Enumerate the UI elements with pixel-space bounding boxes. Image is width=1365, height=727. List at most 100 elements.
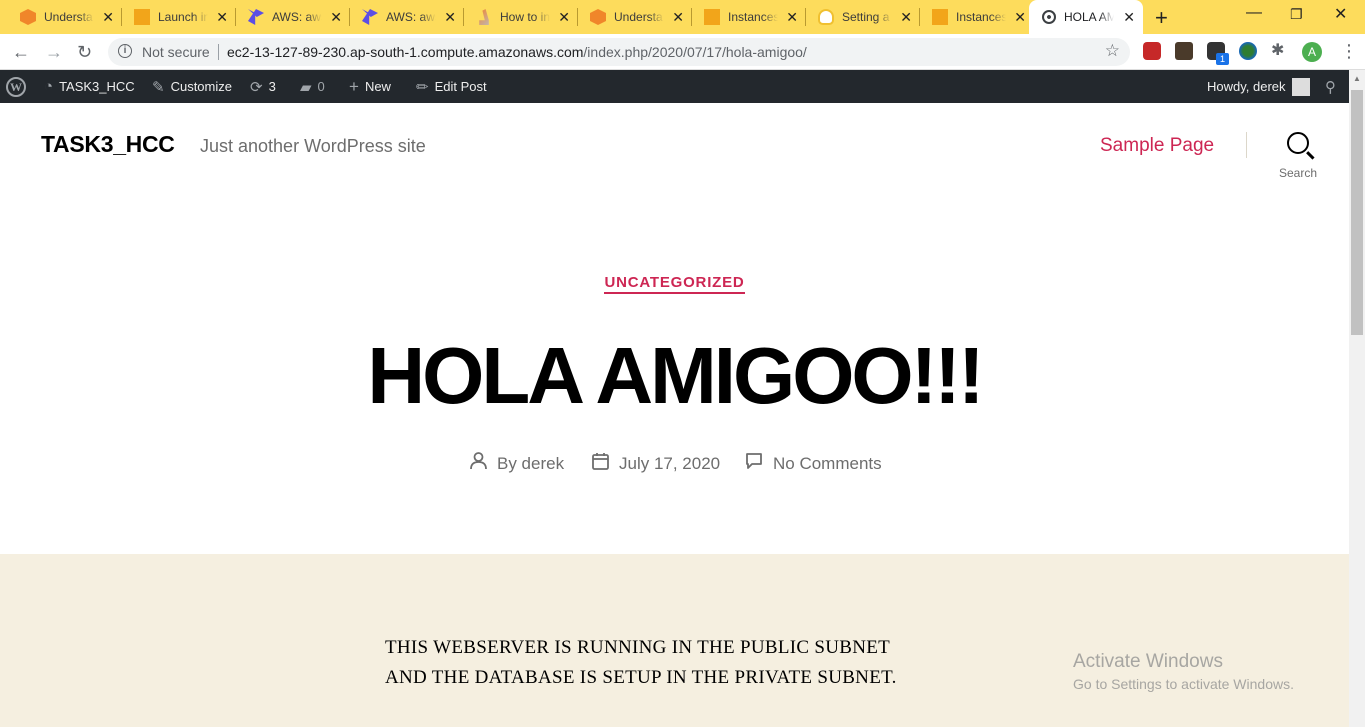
person-icon xyxy=(470,452,487,475)
customize-label: Customize xyxy=(170,79,232,94)
omnibox-divider xyxy=(218,44,219,60)
edit-post-link[interactable]: ✏ Edit Post xyxy=(416,70,487,103)
site-description: Just another WordPress site xyxy=(200,136,426,156)
browser-tab[interactable]: Instances ✕ xyxy=(684,0,806,34)
browser-tab[interactable]: Understa ✕ xyxy=(570,0,692,34)
close-icon[interactable]: ✕ xyxy=(216,9,228,26)
admin-site-name[interactable]: ◔ TASK3_HCC xyxy=(44,70,135,103)
close-icon[interactable]: ✕ xyxy=(672,9,684,26)
aws-box-icon xyxy=(590,9,606,25)
stackoverflow-icon xyxy=(479,9,489,25)
new-tab-button[interactable]: + xyxy=(1155,5,1168,31)
extension-badge: 1 xyxy=(1216,53,1229,65)
url-path: /index.php/2020/07/17/hola-amigoo/ xyxy=(583,44,807,60)
minimize-button[interactable]: — xyxy=(1246,4,1262,22)
lightbulb-icon xyxy=(818,9,834,25)
comments-count: 0 xyxy=(317,79,325,94)
window-close-button[interactable]: ✕ xyxy=(1334,4,1347,24)
updates-link[interactable]: ⟳ 3 xyxy=(250,70,276,103)
post-category: UNCATEGORIZED xyxy=(0,274,1349,294)
scroll-thumb[interactable] xyxy=(1351,90,1363,335)
browser-tab-strip: Understa ✕ Launch in ✕ AWS: aws ✕ AWS: a… xyxy=(0,0,1365,34)
close-icon[interactable]: ✕ xyxy=(102,9,114,26)
url-text[interactable]: ec2-13-127-89-230.ap-south-1.compute.ama… xyxy=(227,44,807,60)
close-icon[interactable]: ✕ xyxy=(1014,9,1026,26)
content-paragraph-line: AND THE DATABASE IS SETUP IN THE PRIVATE… xyxy=(385,667,897,688)
admin-site-name-label: TASK3_HCC xyxy=(59,79,135,94)
content-paragraph-line: THIS WEBSERVER IS RUNNING IN THE PUBLIC … xyxy=(385,637,891,658)
browser-tab[interactable]: AWS: aws ✕ xyxy=(228,0,350,34)
extensions-puzzle-icon[interactable]: ✱ xyxy=(1271,42,1289,60)
extension-globe-icon[interactable] xyxy=(1239,42,1257,60)
nav-sample-page[interactable]: Sample Page xyxy=(1100,135,1214,157)
forward-button[interactable]: → xyxy=(45,42,63,63)
browser-tab-active[interactable]: HOLA AM ✕ xyxy=(1029,0,1143,34)
comment-icon xyxy=(745,452,763,475)
extension-red-icon[interactable] xyxy=(1143,42,1161,60)
close-icon[interactable]: ✕ xyxy=(786,9,798,26)
my-account-menu[interactable]: Howdy, derek xyxy=(1207,70,1310,103)
header-divider xyxy=(1246,132,1247,158)
activate-windows-subtitle: Go to Settings to activate Windows. xyxy=(1073,676,1294,692)
tab-title: AWS: aws xyxy=(386,10,436,24)
browser-tab[interactable]: Instances ✕ xyxy=(912,0,1034,34)
search-label: Search xyxy=(1278,166,1318,180)
tab-title: HOLA AM xyxy=(1064,10,1114,24)
search-icon: ⚲ xyxy=(1325,78,1336,96)
restore-button[interactable]: ❐ xyxy=(1290,6,1303,23)
page-scrollbar[interactable]: ▲ xyxy=(1349,70,1365,727)
bookmark-star-icon[interactable]: ☆ xyxy=(1105,41,1120,61)
terraform-icon xyxy=(248,9,264,25)
new-label: New xyxy=(364,79,391,94)
extension-dark-icon[interactable] xyxy=(1175,42,1193,60)
pencil-icon: ✏ xyxy=(416,78,429,96)
close-icon[interactable]: ✕ xyxy=(444,9,456,26)
aws-ec2-icon xyxy=(932,9,948,25)
customize-link[interactable]: ✎ Customize xyxy=(152,70,232,103)
aws-ec2-icon xyxy=(134,9,150,25)
reload-button[interactable]: ↻ xyxy=(77,42,92,63)
post-author: By derek xyxy=(470,452,564,475)
dashboard-icon: ◔ xyxy=(44,78,54,95)
comment-bubble-icon: ▰ xyxy=(300,78,312,96)
site-title[interactable]: TASK3_HCC xyxy=(41,131,175,158)
browser-toolbar: ← → ↻ i Not secure ec2-13-127-89-230.ap-… xyxy=(0,34,1365,70)
tab-title: Setting a xyxy=(842,10,890,24)
tab-title: Instances xyxy=(956,10,1006,24)
browser-tab[interactable]: Launch in ✕ xyxy=(114,0,236,34)
profile-avatar[interactable]: A xyxy=(1302,42,1322,62)
updates-count: 3 xyxy=(268,79,276,94)
browser-tab[interactable]: AWS: aws ✕ xyxy=(342,0,464,34)
close-icon[interactable]: ✕ xyxy=(330,9,342,26)
author-link[interactable]: By derek xyxy=(497,454,564,474)
close-icon[interactable]: ✕ xyxy=(1123,9,1135,26)
aws-box-icon xyxy=(20,9,36,25)
tab-title: Understa xyxy=(44,10,93,24)
date-link[interactable]: July 17, 2020 xyxy=(619,454,720,474)
search-icon xyxy=(1287,132,1309,154)
calendar-icon xyxy=(592,452,609,475)
tab-title: Instances xyxy=(728,10,778,24)
post-date: July 17, 2020 xyxy=(592,452,720,475)
search-toggle[interactable]: Search xyxy=(1270,132,1326,180)
close-icon[interactable]: ✕ xyxy=(900,9,912,26)
wp-logo-menu[interactable]: W xyxy=(6,70,26,103)
aws-ec2-icon xyxy=(704,9,720,25)
browser-tab[interactable]: Setting a ✕ xyxy=(798,0,920,34)
address-bar[interactable]: i Not secure ec2-13-127-89-230.ap-south-… xyxy=(108,38,1130,66)
more-menu-icon[interactable]: ⋮ xyxy=(1340,41,1358,62)
comments-link[interactable]: ▰ 0 xyxy=(300,70,325,103)
close-icon[interactable]: ✕ xyxy=(558,9,570,26)
info-icon[interactable]: i xyxy=(118,44,132,58)
admin-search[interactable]: ⚲ xyxy=(1325,70,1336,103)
terraform-icon xyxy=(362,9,378,25)
category-link[interactable]: UNCATEGORIZED xyxy=(604,274,745,294)
comments-link[interactable]: No Comments xyxy=(773,454,882,474)
scroll-up-arrow-icon[interactable]: ▲ xyxy=(1353,74,1361,83)
browser-tab[interactable]: Understa ✕ xyxy=(0,0,122,34)
browser-tab[interactable]: How to in ✕ xyxy=(456,0,578,34)
tab-title: Understa xyxy=(614,10,663,24)
new-content-link[interactable]: + New xyxy=(349,70,391,103)
url-host: ec2-13-127-89-230.ap-south-1.compute.ama… xyxy=(227,44,584,60)
back-button[interactable]: ← xyxy=(12,42,30,63)
